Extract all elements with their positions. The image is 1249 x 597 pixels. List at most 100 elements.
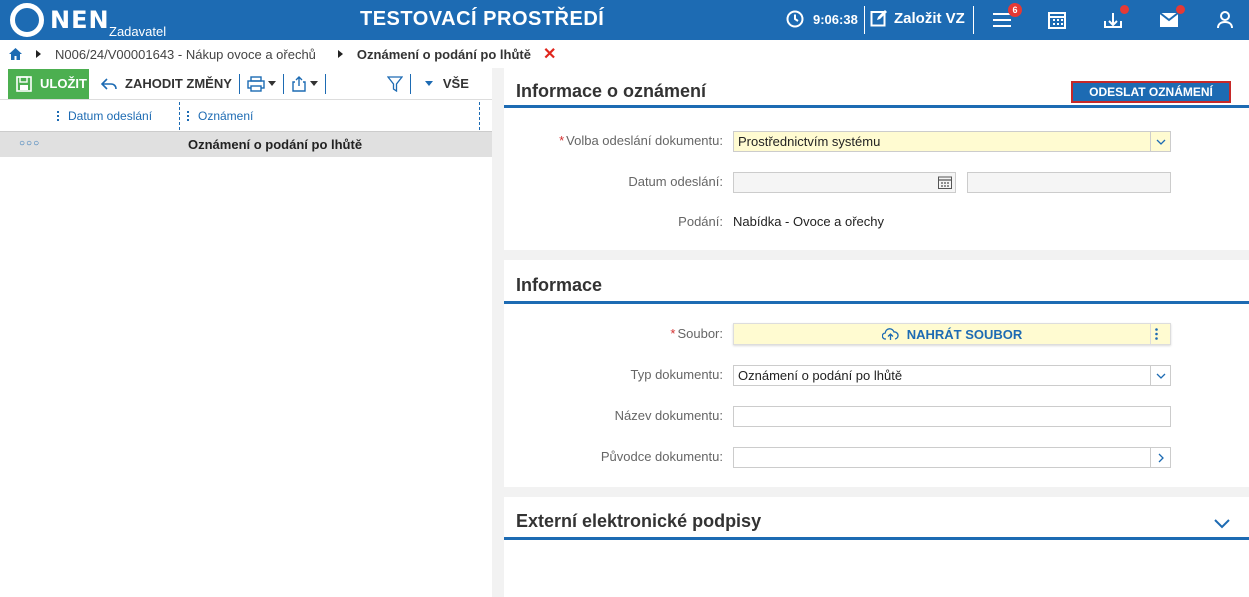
chevron-right-icon — [337, 50, 343, 58]
row-actions-icon[interactable]: ○○○ — [19, 138, 40, 149]
section-title: Informace — [516, 275, 603, 295]
chevron-down-icon — [309, 81, 318, 86]
section-title: Externí elektronické podpisy — [516, 511, 762, 531]
create-tender-button[interactable]: Založit VZ — [870, 9, 965, 27]
breadcrumb-tender[interactable]: N006/24/V00001643 - Nákup ovoce a ořechů — [55, 47, 316, 62]
send-method-value: Prostřednictvím systému — [738, 134, 881, 149]
divider — [409, 73, 411, 94]
column-notice[interactable]: Oznámení — [187, 100, 253, 132]
column-divider — [179, 102, 180, 130]
export-icon — [292, 75, 306, 92]
upload-cloud-icon — [881, 328, 899, 340]
export-menu-button[interactable] — [291, 75, 318, 92]
edit-icon — [870, 10, 887, 27]
section-divider — [504, 105, 1249, 108]
logo-subtitle: Zadavatel — [109, 24, 167, 39]
divider — [973, 6, 974, 34]
chevron-down-icon — [267, 81, 276, 86]
inbox-icon — [1104, 13, 1122, 28]
menu-button[interactable]: 6 — [990, 3, 1022, 31]
print-menu-button[interactable] — [247, 75, 276, 92]
inbox-notification-dot — [1120, 5, 1129, 14]
send-method-label: * Volba odeslání dokumentu: — [559, 133, 723, 148]
document-type-select[interactable]: Oznámení o podání po lhůtě — [733, 365, 1171, 386]
messages-button[interactable] — [1157, 5, 1185, 31]
filter-all-label: VŠE — [442, 76, 469, 91]
document-name-label: Název dokumentu: — [614, 408, 723, 423]
chevron-down-icon — [424, 81, 433, 86]
user-button[interactable] — [1213, 9, 1237, 31]
save-icon — [16, 75, 32, 92]
chevron-down-icon[interactable] — [1150, 366, 1170, 385]
undo-icon — [101, 77, 117, 90]
filter-all-dropdown[interactable]: VŠE — [422, 76, 469, 91]
submission-label: Podání: — [678, 214, 723, 229]
create-tender-label: Založit VZ — [894, 9, 965, 27]
logo-text: NEN — [50, 6, 110, 34]
notice-info-section: Informace o oznámení ODESLAT OZNÁMENÍ * V… — [504, 68, 1249, 250]
upload-file-button[interactable]: NAHRÁT SOUBOR — [733, 323, 1171, 345]
chevron-right-icon — [36, 50, 41, 58]
section-divider — [504, 301, 1249, 304]
date-sent-input[interactable] — [733, 172, 956, 193]
send-method-select[interactable]: Prostřednictvím systému — [733, 131, 1171, 152]
divider — [282, 73, 284, 94]
row-notice: Oznámení o podání po lhůtě — [188, 137, 363, 152]
chevron-down-icon[interactable] — [1150, 132, 1170, 151]
column-menu-icon[interactable] — [187, 110, 189, 122]
calendar-icon — [1048, 12, 1066, 29]
submission-value: Nabídka - Ovoce a ořechy — [733, 214, 885, 229]
breadcrumb-current: Oznámení o podání po lhůtě — [356, 46, 531, 62]
user-icon — [1217, 11, 1233, 29]
document-type-value: Oznámení o podání po lhůtě — [738, 368, 903, 383]
column-notice-label: Oznámení — [198, 109, 254, 123]
save-button[interactable]: ULOŽIT — [8, 68, 89, 99]
document-type-label: Typ dokumentu: — [630, 367, 724, 382]
close-icon[interactable]: ✕ — [543, 44, 556, 64]
list-toolbar: ULOŽIT ZAHODIT ZMĚNY VŠE — [0, 68, 492, 100]
date-sent-label: Datum odeslání: — [628, 174, 723, 189]
grid-header: Datum odeslání Oznámení — [0, 100, 492, 132]
filter-button[interactable] — [386, 75, 403, 92]
external-signatures-section: Externí elektronické podpisy — [504, 497, 1249, 597]
notice-list-panel: ULOŽIT ZAHODIT ZMĚNY VŠE Datum odeslání — [0, 68, 492, 597]
discard-changes-label: ZAHODIT ZMĚNY — [125, 76, 232, 91]
filter-icon — [386, 75, 403, 92]
divider — [324, 73, 326, 94]
clock-icon — [786, 10, 804, 28]
calendar-icon[interactable] — [935, 173, 955, 192]
time-sent-input[interactable] — [967, 172, 1171, 193]
column-menu-icon[interactable] — [57, 110, 59, 122]
send-notice-button[interactable]: ODESLAT OZNÁMENÍ — [1071, 81, 1231, 103]
nen-logo[interactable]: NEN — [10, 3, 110, 37]
column-date-sent[interactable]: Datum odeslání — [57, 100, 152, 132]
messages-notification-dot — [1176, 5, 1185, 14]
chevron-right-icon[interactable] — [1150, 448, 1170, 467]
table-row[interactable]: ○○○ Oznámení o podání po lhůtě — [0, 132, 492, 157]
document-author-label: Původce dokumentu: — [600, 449, 723, 464]
inbox-button[interactable] — [1101, 5, 1129, 31]
environment-title: TESTOVACÍ PROSTŘEDÍ — [360, 8, 605, 30]
document-name-input[interactable] — [733, 406, 1171, 427]
file-label: * Soubor: — [670, 326, 723, 341]
chevron-down-icon[interactable] — [1214, 517, 1230, 532]
section-divider — [504, 537, 1249, 540]
more-options-icon[interactable] — [1150, 324, 1170, 344]
home-icon[interactable] — [9, 48, 22, 60]
section-title: Informace o oznámení — [516, 81, 707, 101]
top-bar: NEN Zadavatel TESTOVACÍ PROSTŘEDÍ 9:06:3… — [0, 0, 1249, 40]
breadcrumb: N006/24/V00001643 - Nákup ovoce a ořechů… — [0, 40, 1249, 68]
calendar-button[interactable] — [1045, 9, 1069, 31]
save-label: ULOŽIT — [40, 76, 87, 91]
document-author-input[interactable] — [733, 447, 1171, 468]
menu-badge: 6 — [1008, 3, 1022, 17]
divider — [238, 73, 240, 94]
session-clock: 9:06:38 — [786, 10, 858, 28]
information-section: Informace * Soubor: NAHRÁT SOUBOR Typ dok… — [504, 260, 1249, 487]
discard-changes-button[interactable]: ZAHODIT ZMĚNY — [101, 76, 232, 91]
upload-file-label: NAHRÁT SOUBOR — [906, 326, 1023, 342]
clock-time: 9:06:38 — [813, 11, 858, 27]
column-date-sent-label: Datum odeslání — [68, 109, 153, 123]
detail-panel: Informace o oznámení ODESLAT OZNÁMENÍ * V… — [504, 68, 1249, 597]
logo-icon — [10, 3, 44, 37]
